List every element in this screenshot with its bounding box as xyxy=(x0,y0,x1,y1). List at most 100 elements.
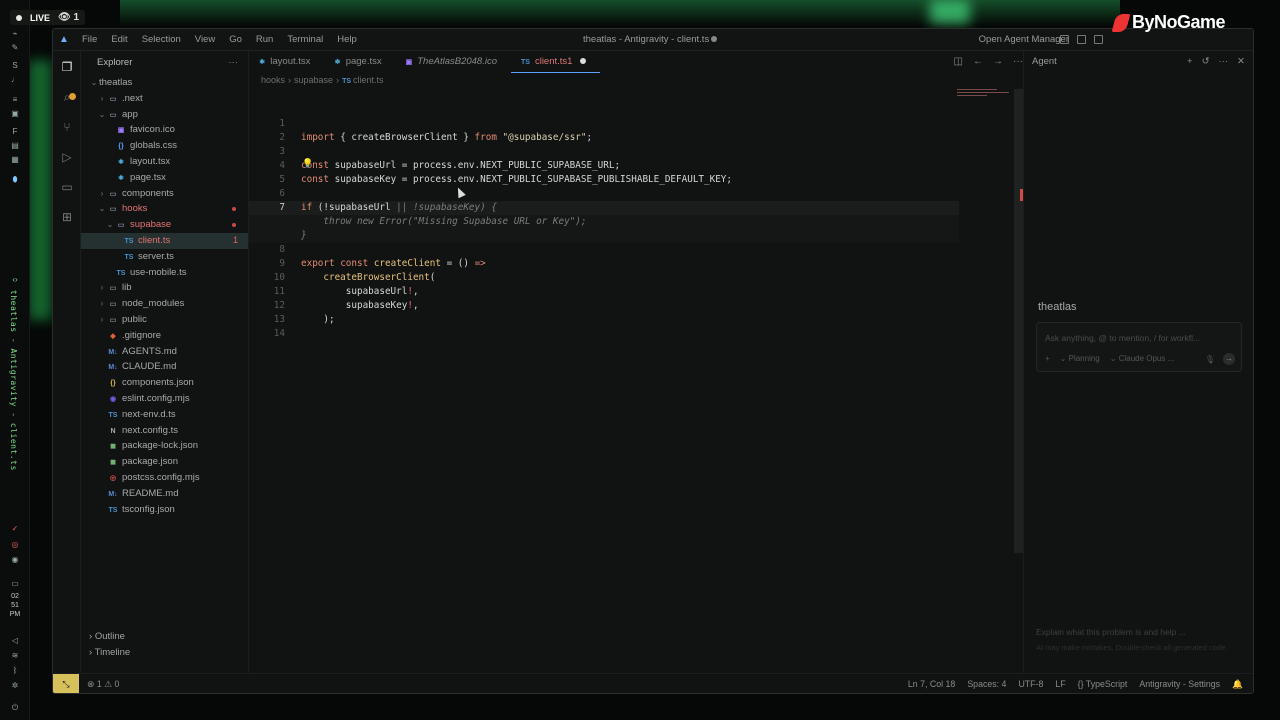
line-ending[interactable]: LF xyxy=(1055,679,1065,690)
code-editor[interactable]: 1 2 import { createBrowserClient } from "@… xyxy=(249,89,1019,673)
tree-file[interactable]: TS use-mobile.ts xyxy=(81,265,248,281)
tree-file[interactable]: TS tsconfig.json xyxy=(81,502,248,518)
breadcrumb-hooks[interactable]: hooks xyxy=(261,75,285,85)
history-icon[interactable]: ↺ xyxy=(1202,51,1210,73)
run-debug-icon[interactable]: ▷ xyxy=(59,149,75,165)
tree-file[interactable]: ◎ postcss.config.mjs xyxy=(81,470,248,486)
code-line[interactable]: 7 if (!supabaseUrl || !supabaseKey) { xyxy=(249,201,959,215)
menu-selection[interactable]: Selection xyxy=(135,34,188,45)
tree-file[interactable]: ⚛ page.tsx xyxy=(81,170,248,186)
settings-link[interactable]: Antigravity - Settings xyxy=(1139,679,1220,690)
wifi-icon[interactable]: ⌁ xyxy=(9,30,21,38)
code-line[interactable]: 9 export const createClient = () => xyxy=(249,257,959,271)
tab-page-tsx[interactable]: ⚛ page.tsx xyxy=(324,51,395,73)
add-context-icon[interactable]: + xyxy=(1045,354,1050,363)
menu-icon[interactable]: ≡ xyxy=(9,96,21,104)
explorer-more-button[interactable]: ··· xyxy=(229,51,239,75)
editor-scrollbar[interactable] xyxy=(1014,89,1023,553)
outline-section[interactable]: › Outline xyxy=(81,629,248,645)
code-line[interactable]: 6 xyxy=(249,187,959,201)
remote-indicator-icon[interactable]: ⤡ xyxy=(53,674,79,693)
code-line[interactable]: 12 supabaseKey!, xyxy=(249,299,959,313)
notifications-icon[interactable]: 🔔 xyxy=(1232,679,1243,690)
pen-icon[interactable]: ✎ xyxy=(9,44,21,52)
code-line[interactable]: 3 xyxy=(249,145,959,159)
code-line[interactable]: 10 createBrowserClient( xyxy=(249,271,959,285)
agent-more-icon[interactable]: ··· xyxy=(1219,51,1229,73)
indentation[interactable]: Spaces: 4 xyxy=(967,679,1006,690)
f-icon[interactable]: F xyxy=(9,128,21,136)
tab-theatlasb2048-ico[interactable]: ▣ TheAtlasB2048.ico xyxy=(396,51,511,73)
tree-file[interactable]: ▣ favicon.ico xyxy=(81,122,248,138)
minimap[interactable] xyxy=(957,89,1017,129)
tab-layout-tsx[interactable]: ⚛ layout.tsx xyxy=(249,51,324,73)
code-line[interactable]: 8 xyxy=(249,243,959,257)
window-icon[interactable]: ▤ xyxy=(9,142,21,150)
box-icon[interactable]: ▣ xyxy=(9,110,21,118)
code-line[interactable]: 5 const supabaseKey = process.env.NEXT_PU… xyxy=(249,173,959,187)
mode-select[interactable]: ⌄ Planning xyxy=(1060,354,1100,363)
tree-folder[interactable]: › ▭ public xyxy=(81,312,248,328)
tree-file[interactable]: M↓ CLAUDE.md xyxy=(81,359,248,375)
language-mode[interactable]: {} TypeScript xyxy=(1078,679,1128,690)
tree-folder[interactable]: › ▭ .next xyxy=(81,91,248,107)
go-forward-icon[interactable]: → xyxy=(993,56,1003,67)
menu-terminal[interactable]: Terminal xyxy=(280,34,330,45)
s-icon[interactable]: S xyxy=(9,62,21,70)
brightness-icon[interactable]: ✲ xyxy=(9,682,21,690)
tree-file[interactable]: TS server.ts xyxy=(81,249,248,265)
new-chat-icon[interactable]: + xyxy=(1187,51,1193,73)
tree-file[interactable]: M↓ README.md xyxy=(81,486,248,502)
tree-file[interactable]: TS client.ts 1 xyxy=(81,232,248,249)
breadcrumb-client[interactable]: client.ts xyxy=(353,75,384,85)
code-line[interactable]: 13 ); xyxy=(249,313,959,327)
toggle-secondary-icon[interactable] xyxy=(1094,35,1103,44)
menu-view[interactable]: View xyxy=(188,34,222,45)
tree-folder[interactable]: › ▭ node_modules xyxy=(81,296,248,312)
agent-chat-input[interactable]: Ask anything, @ to mention, / for workfl… xyxy=(1036,322,1242,372)
split-editor-icon[interactable]: ◫ xyxy=(954,56,963,67)
code-line[interactable]: 1 xyxy=(249,117,959,131)
spotify-icon[interactable]: ◉ xyxy=(9,556,21,564)
code-icon[interactable]: ‹› xyxy=(9,276,21,284)
more-actions-icon[interactable]: ··· xyxy=(1013,56,1023,67)
grid-icon[interactable]: ▦ xyxy=(9,156,21,164)
tree-folder[interactable]: › ▭ components xyxy=(81,186,248,202)
code-line[interactable]: 4 const supabaseUrl = process.env.NEXT_PU… xyxy=(249,159,959,173)
timeline-section[interactable]: › Timeline xyxy=(81,645,248,661)
tree-folder[interactable]: › ▭ lib xyxy=(81,280,248,296)
menu-file[interactable]: File xyxy=(75,34,104,45)
code-line[interactable]: 2 import { createBrowserClient } from "@s… xyxy=(249,131,959,145)
menu-run[interactable]: Run xyxy=(249,34,280,45)
problem-suggestion[interactable]: Explain what this problem is and help ..… xyxy=(1036,627,1186,637)
menu-help[interactable]: Help xyxy=(330,34,364,45)
open-agent-manager-button[interactable]: Open Agent Manager xyxy=(979,34,1069,45)
mic-icon[interactable]: 🎙 xyxy=(1205,355,1215,364)
go-back-icon[interactable]: ← xyxy=(973,56,983,67)
code-line[interactable]: } xyxy=(249,229,959,243)
explorer-icon[interactable]: ❐ xyxy=(59,59,75,75)
unsaved-dot-icon[interactable] xyxy=(580,58,587,64)
extensions-icon[interactable]: ⊞ xyxy=(59,209,75,225)
close-agent-icon[interactable]: ✕ xyxy=(1237,51,1245,73)
menu-edit[interactable]: Edit xyxy=(104,34,134,45)
tree-folder[interactable]: ⌄ ▭ app xyxy=(81,107,248,123)
pill-icon[interactable]: ⬮ xyxy=(9,176,21,184)
wifi-status-icon[interactable]: ≋ xyxy=(9,652,21,660)
remote-explorer-icon[interactable]: ▭ xyxy=(59,179,75,195)
tree-file[interactable]: {} globals.css xyxy=(81,138,248,154)
tree-file[interactable]: TS next-env.d.ts xyxy=(81,407,248,423)
power-icon[interactable]: ⏻ xyxy=(9,704,21,712)
tree-file[interactable]: ◼ package.json xyxy=(81,454,248,470)
send-icon[interactable]: → xyxy=(1223,353,1235,365)
tree-file[interactable]: {} components.json xyxy=(81,375,248,391)
bluetooth-icon[interactable]: ᛒ xyxy=(9,667,21,675)
tree-folder[interactable]: ⌄ ▭ supabase xyxy=(81,217,248,233)
tab-client-ts[interactable]: TS client.ts1 xyxy=(511,51,601,73)
search-icon[interactable]: ⌕ xyxy=(59,89,75,105)
tree-file[interactable]: ◼ package-lock.json xyxy=(81,438,248,454)
breadcrumb-supabase[interactable]: supabase xyxy=(294,75,333,85)
menu-go[interactable]: Go xyxy=(222,34,249,45)
tree-folder[interactable]: ⌄ theatlas xyxy=(81,75,248,91)
tree-file[interactable]: M↓ AGENTS.md xyxy=(81,344,248,360)
